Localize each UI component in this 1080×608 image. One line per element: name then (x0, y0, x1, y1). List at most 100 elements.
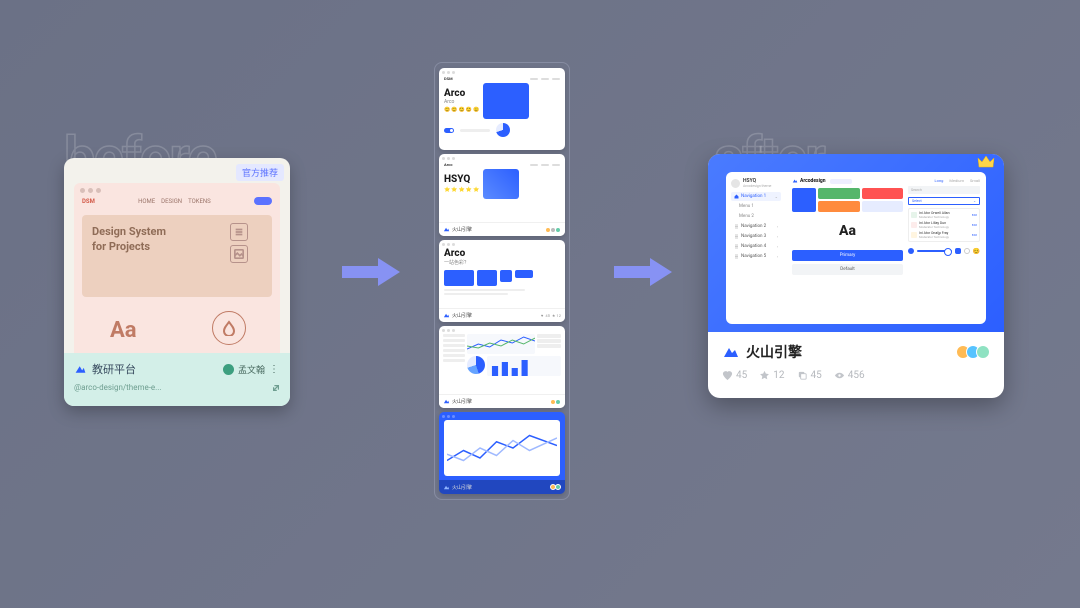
list-item[interactable]: Ini Ator Onaljp FrayModerator Technology… (911, 231, 977, 239)
list-icon (734, 254, 739, 259)
stat-views[interactable]: 456 (834, 370, 865, 381)
sidebar-item-menu2[interactable]: Menu 2 (731, 212, 781, 221)
list-item[interactable]: Ini Ator Lillay DunModerator Technology … (911, 221, 977, 229)
before-card-footer: 教研平台 孟文翰 ⋮ @arco-design/theme-e... (64, 353, 290, 406)
brand-label: DSM (82, 198, 95, 205)
after-preview: HSYQ Arcodesign theme Navigation 1 ⌄ Men… (708, 154, 1004, 332)
arco-logo-icon (443, 226, 450, 233)
typography-sample: Aa (110, 318, 137, 343)
stack-card[interactable]: 火山引擎 (439, 326, 565, 408)
select-dropdown[interactable]: Select⌄ (908, 197, 980, 205)
copy-icon (797, 370, 808, 381)
list-icon (734, 234, 739, 239)
stack-card[interactable]: 火山引擎 (439, 412, 565, 494)
nav-link[interactable]: TOKENS (188, 198, 211, 205)
avatar (911, 212, 917, 218)
sidebar-item-nav1[interactable]: Navigation 1 ⌄ (731, 192, 781, 201)
avatar (911, 222, 917, 228)
mc-subtitle: Arco (444, 99, 479, 105)
user-subtitle: Arcodesign theme (743, 184, 771, 188)
edit-link[interactable]: Edit (972, 233, 977, 237)
list-item[interactable]: Ini Ator Orwell AllanModerator Technolog… (911, 211, 977, 219)
external-link-icon (272, 384, 280, 392)
mc-footer-title: 火山引擎 (452, 484, 472, 491)
sidebar-item-nav5[interactable]: Navigation 5› (731, 252, 781, 261)
stats-row: 45 12 45 456 (722, 370, 990, 381)
mc-footer-title: 火山引擎 (452, 312, 472, 319)
arco-logo-icon (443, 312, 450, 319)
list-icon (734, 224, 739, 229)
mc-brand: Arco (444, 162, 452, 167)
stat-likes[interactable]: 45 (722, 370, 747, 381)
stack-card[interactable]: Arco HSYQ ⭐⭐⭐⭐⭐ 火山引擎 (439, 154, 565, 236)
list-icon (734, 244, 739, 249)
eye-icon (834, 370, 845, 381)
pie-chart-icon (496, 123, 510, 137)
mc-title: HSYQ (444, 175, 479, 185)
collaborator-avatars[interactable] (960, 345, 990, 359)
edit-link[interactable]: Edit (972, 223, 977, 227)
size-tabs[interactable]: Long Medium Small (908, 178, 980, 183)
more-button[interactable]: ⋮ (269, 364, 280, 375)
home-icon (734, 194, 739, 199)
star-icon (759, 370, 770, 381)
before-preview-window: DSM HOME DESIGN TOKENS Design System for… (74, 183, 280, 353)
stack-card[interactable]: Arco 一站色彩? 火山引擎 ♥ 45 ★ 12 (439, 240, 565, 322)
mc-footer-title: 火山引擎 (452, 398, 472, 405)
nav-link[interactable]: HOME (138, 198, 155, 205)
emoji-icon: 😊 (973, 248, 980, 255)
edit-link[interactable]: Edit (972, 213, 977, 217)
nav-links: HOME DESIGN TOKENS (138, 198, 211, 205)
after-preview-window: HSYQ Arcodesign theme Navigation 1 ⌄ Men… (726, 172, 986, 324)
crown-icon (976, 154, 996, 172)
nav-link[interactable]: DESIGN (161, 198, 182, 205)
search-input[interactable]: Search (908, 186, 980, 194)
toggle-switch[interactable] (444, 128, 454, 133)
color-tiles (792, 188, 903, 212)
checkbox-on[interactable] (955, 248, 961, 254)
stat-stars[interactable]: 12 (759, 370, 784, 381)
stack-card[interactable]: DSM Arco Arco 😊😊😊😊😐 (439, 68, 565, 150)
mc-title: Arco (444, 89, 479, 99)
drop-icon (212, 311, 246, 345)
mc-footer-title: 火山引擎 (452, 226, 472, 233)
mc-subtitle: 一站色彩? (444, 259, 560, 266)
pill-button[interactable] (254, 197, 272, 205)
primary-button[interactable]: Primary (792, 250, 903, 261)
sidebar-item-nav2[interactable]: Navigation 2› (731, 222, 781, 231)
typography-sample: Aa (792, 216, 903, 246)
arco-logo-icon (443, 398, 450, 405)
image-icon (230, 245, 248, 263)
chevron-down-icon: ⌄ (775, 194, 778, 199)
arco-logo-icon (722, 343, 740, 361)
arco-logo-icon (792, 178, 798, 184)
radio-off[interactable] (964, 248, 970, 254)
radio-on[interactable] (908, 248, 914, 254)
default-button[interactable]: Default (792, 264, 903, 275)
sidebar-item-nav4[interactable]: Navigation 4› (731, 242, 781, 251)
mc-brand: DSM (444, 76, 453, 81)
heart-icon (722, 370, 733, 381)
arco-logo-icon (443, 484, 450, 491)
user-list: Ini Ator Orwell AllanModerator Technolog… (908, 208, 980, 242)
after-card-footer: 火山引擎 45 12 45 456 (708, 332, 1004, 398)
avatar (911, 232, 917, 238)
sidebar-item-menu1[interactable]: Menu 1 (731, 202, 781, 211)
sidebar: HSYQ Arcodesign theme Navigation 1 ⌄ Men… (726, 172, 786, 324)
arco-logo-icon (74, 363, 87, 376)
before-card: 官方推荐 DSM HOME DESIGN TOKENS Design Syste… (64, 158, 290, 406)
sidebar-item-nav3[interactable]: Navigation 3› (731, 232, 781, 241)
chevron-down-icon: ⌄ (973, 199, 976, 203)
window-dots (80, 188, 101, 193)
before-card-title: 教研平台 (92, 361, 136, 377)
after-card-title: 火山引擎 (746, 342, 802, 362)
package-link[interactable]: @arco-design/theme-e... (74, 383, 161, 392)
arrow-icon (340, 254, 402, 290)
stat-copies[interactable]: 45 (797, 370, 822, 381)
sidebar-nav: Navigation 1 ⌄ Menu 1 Menu 2 Navigation … (731, 192, 781, 261)
list-icon (230, 223, 248, 241)
arrow-icon (612, 254, 674, 290)
author-avatar (223, 364, 234, 375)
slider[interactable] (917, 250, 952, 252)
middle-cards-stack: DSM Arco Arco 😊😊😊😊😐 Arco (434, 62, 570, 500)
